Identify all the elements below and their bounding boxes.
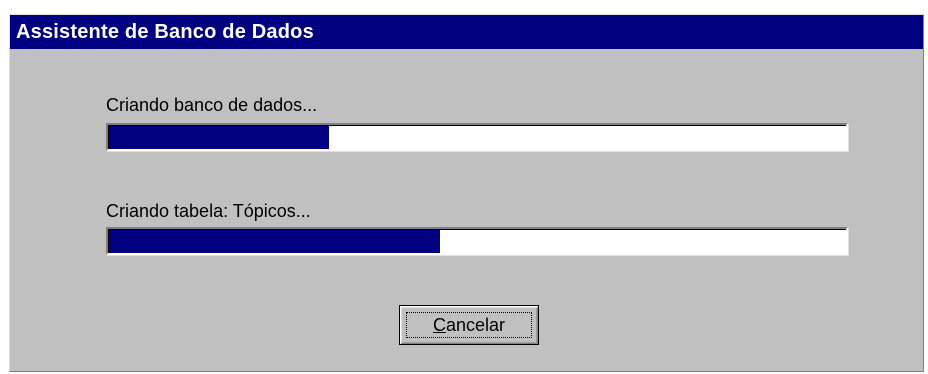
cancel-button-label: Cancelar xyxy=(433,315,505,336)
progress-fill-table xyxy=(109,230,441,253)
cancel-label-rest: ancelar xyxy=(445,314,506,335)
progress-bar-table xyxy=(106,227,848,255)
wizard-window: Assistente de Banco de Dados Criando ban… xyxy=(9,14,924,372)
task-label-table: Criando tabela: Tópicos... xyxy=(106,201,311,221)
progress-bar-database xyxy=(106,123,848,151)
window-title-bar[interactable]: Assistente de Banco de Dados xyxy=(10,15,923,49)
progress-fill-database xyxy=(109,126,330,149)
cancel-button[interactable]: Cancelar xyxy=(399,305,539,345)
accelerator-key: C xyxy=(432,314,446,335)
task-label-database: Criando banco de dados... xyxy=(106,95,318,115)
window-title: Assistente de Banco de Dados xyxy=(16,21,314,43)
